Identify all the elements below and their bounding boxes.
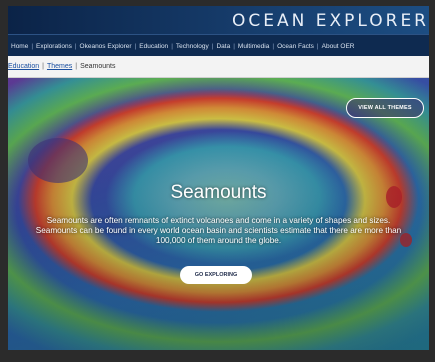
nav-item-technology[interactable]: Technology — [173, 43, 212, 50]
go-exploring-button[interactable]: GO EXPLORING — [180, 266, 252, 284]
hero-title: Seamounts — [170, 182, 267, 203]
breadcrumb: Education | Themes | Seamounts — [8, 56, 429, 78]
breadcrumb-themes[interactable]: Themes — [47, 63, 72, 70]
site-header: OCEAN EXPLORER — [8, 6, 429, 34]
breadcrumb-separator: | — [75, 63, 78, 70]
hero-banner: VIEW ALL THEMES Seamounts Seamounts are … — [8, 78, 429, 350]
site-title[interactable]: OCEAN EXPLORER — [232, 11, 429, 31]
hero-description: Seamounts are often remnants of extinct … — [35, 216, 402, 245]
nav-item-education[interactable]: Education — [136, 43, 171, 50]
nav-item-explorations[interactable]: Explorations — [33, 43, 75, 50]
hero-overlay — [8, 78, 429, 350]
nav-item-ocean-facts[interactable]: Ocean Facts — [274, 43, 317, 50]
main-nav: Home | Explorations | Okeanos Explorer |… — [8, 34, 429, 57]
nav-item-home[interactable]: Home — [8, 43, 31, 50]
nav-item-okeanos-explorer[interactable]: Okeanos Explorer — [77, 43, 135, 50]
nav-item-multimedia[interactable]: Multimedia — [235, 43, 272, 50]
view-all-themes-button[interactable]: VIEW ALL THEMES — [346, 98, 424, 118]
breadcrumb-current: Seamounts — [80, 63, 116, 70]
breadcrumb-separator: | — [42, 63, 44, 70]
nav-item-about-oer[interactable]: About OER — [319, 43, 358, 50]
web-page: OCEAN EXPLORER Home | Explorations | Oke… — [8, 6, 429, 350]
nav-item-data[interactable]: Data — [213, 43, 233, 50]
screenshot-frame: OCEAN EXPLORER Home | Explorations | Oke… — [0, 0, 435, 362]
breadcrumb-education[interactable]: Education — [8, 63, 39, 70]
